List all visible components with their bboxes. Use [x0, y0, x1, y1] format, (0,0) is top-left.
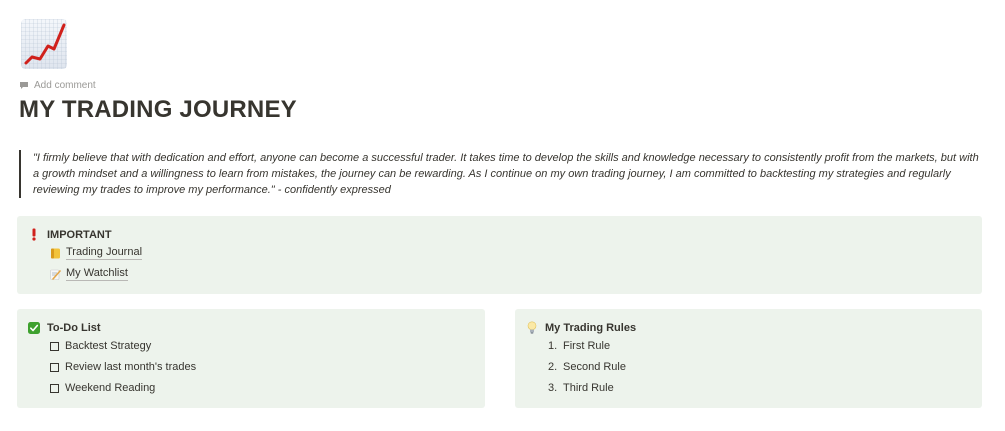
rule-label: Third Rule: [563, 382, 614, 394]
light-bulb-icon: [526, 321, 538, 334]
important-heading: IMPORTANT: [47, 228, 112, 241]
memo-icon: [50, 269, 61, 280]
todo-item: Weekend Reading: [50, 382, 155, 394]
rules-callout: My Trading Rules 1. First Rule 2. Second…: [515, 309, 982, 408]
important-heading-row: IMPORTANT: [28, 228, 112, 241]
rule-label: Second Rule: [563, 361, 626, 373]
todo-item: Review last month's trades: [50, 361, 196, 373]
todo-heading: To-Do List: [47, 321, 101, 334]
ledger-icon: [50, 248, 61, 259]
rule-item[interactable]: 3. Third Rule: [548, 382, 614, 394]
add-comment-label: Add comment: [34, 80, 96, 91]
rule-item[interactable]: 2. Second Rule: [548, 361, 626, 373]
rules-heading-row: My Trading Rules: [526, 321, 636, 334]
todo-item-label[interactable]: Weekend Reading: [65, 382, 155, 394]
todo-item-label[interactable]: Backtest Strategy: [65, 340, 151, 352]
todo-checkbox[interactable]: [50, 362, 59, 372]
trading-journal-link[interactable]: Trading Journal: [50, 246, 143, 260]
trading-journal-label: Trading Journal: [66, 246, 143, 260]
rule-label: First Rule: [563, 340, 611, 352]
todo-checkbox[interactable]: [50, 383, 59, 393]
check-mark-button-icon: [28, 321, 40, 334]
important-callout: IMPORTANT Trading Journal My Watchlist: [17, 216, 982, 294]
todo-callout: To-Do List Backtest Strategy Review last…: [17, 309, 485, 408]
rule-number: 1.: [548, 340, 558, 352]
todo-item: Backtest Strategy: [50, 340, 151, 352]
quote-block[interactable]: "I firmly believe that with dedication a…: [19, 150, 979, 198]
add-comment-button[interactable]: Add comment: [19, 80, 96, 91]
todo-item-label[interactable]: Review last month's trades: [65, 361, 196, 373]
comment-icon: [19, 81, 29, 90]
todo-checkbox[interactable]: [50, 341, 59, 351]
my-watchlist-link[interactable]: My Watchlist: [50, 267, 128, 281]
exclamation-icon: [28, 228, 40, 241]
my-watchlist-label: My Watchlist: [66, 267, 128, 281]
rule-number: 2.: [548, 361, 558, 373]
rule-number: 3.: [548, 382, 558, 394]
rules-heading: My Trading Rules: [545, 321, 637, 334]
todo-heading-row: To-Do List: [28, 321, 101, 334]
page-title[interactable]: MY TRADING JOURNEY: [19, 96, 297, 124]
rule-item[interactable]: 1. First Rule: [548, 340, 610, 352]
chart-increasing-icon[interactable]: [21, 19, 67, 69]
